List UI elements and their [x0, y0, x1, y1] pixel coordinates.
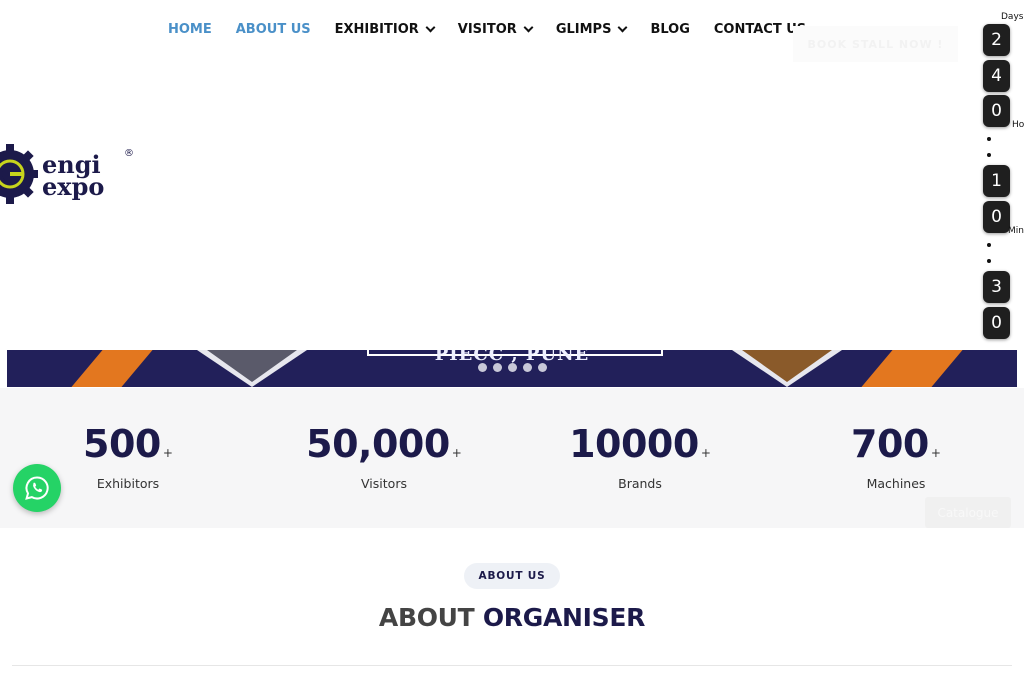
gear-logo-icon: engi expo ®: [0, 144, 134, 204]
stat-value: 50,000: [306, 422, 450, 466]
stat-machines: 700 + Machines: [768, 422, 1024, 491]
about-us-pill: ABOUT US: [464, 563, 560, 589]
stats-section: 500 + Exhibitors 50,000 + Visitors 10000 + …: [0, 388, 1024, 528]
nav-about-label: ABOUT US: [235, 22, 311, 37]
stat-value: 10000: [569, 422, 699, 466]
countdown-digit: 1: [983, 165, 1010, 197]
chevron-down-icon: [425, 22, 436, 33]
about-organiser-heading: ABOUT ORGANISER: [0, 603, 1024, 632]
whatsapp-button[interactable]: [13, 464, 61, 512]
nav-home[interactable]: HOME: [168, 22, 212, 37]
stat-value: 500: [83, 422, 161, 466]
stat-label: Machines: [866, 476, 926, 491]
countdown-digit: 0: [983, 201, 1010, 233]
countdown-separator: [987, 137, 991, 141]
slider-dot[interactable]: [492, 363, 502, 372]
heading-part: ORGANISER: [482, 603, 646, 632]
whatsapp-icon: [25, 476, 49, 500]
section-divider: [12, 665, 1012, 666]
stat-visitors: 50,000 + Visitors: [256, 422, 512, 491]
countdown-separator: [987, 153, 991, 157]
stat-value: 700: [851, 422, 929, 466]
countdown-digit: 0: [983, 307, 1010, 339]
heading-part: ABOUT: [378, 603, 483, 632]
stat-suffix: +: [451, 446, 462, 460]
nav-blog[interactable]: BLOG: [650, 22, 689, 37]
chevron-down-icon: [523, 22, 534, 33]
countdown-hours-label: Ho: [1012, 120, 1024, 130]
slider-dot[interactable]: [537, 363, 547, 372]
stat-label: Visitors: [361, 476, 407, 491]
nav-visitor-label: VISITOR: [457, 22, 517, 37]
engi-expo-logo[interactable]: engi expo ®: [0, 140, 140, 210]
stat-suffix: +: [162, 446, 173, 460]
nav-about-us[interactable]: ABOUT US: [236, 22, 311, 37]
chevron-down-icon: [617, 22, 628, 33]
main-nav: HOME ABOUT US EXHIBITIOR VISITOR GLIMPS …: [168, 22, 830, 37]
nav-visitor[interactable]: VISITOR: [457, 22, 534, 37]
stat-brands: 10000 + Brands: [512, 422, 768, 491]
countdown-digit: 3: [983, 271, 1010, 303]
slider-dot[interactable]: [507, 363, 517, 372]
slider-dot[interactable]: [522, 363, 532, 372]
stat-label: Brands: [618, 476, 662, 491]
stat-suffix: +: [700, 446, 711, 460]
book-stall-button[interactable]: BOOK STALL NOW !: [793, 26, 958, 62]
countdown-days-label: Days: [1001, 12, 1024, 22]
countdown-minutes-label: Min: [1008, 226, 1024, 236]
nav-exhibitior-label: EXHIBITIOR: [334, 22, 419, 37]
logo-text-expo: expo: [42, 172, 104, 201]
nav-glimps-label: GLIMPS: [555, 22, 612, 37]
countdown-digit: 2: [983, 24, 1010, 56]
stat-suffix: +: [930, 446, 941, 460]
nav-exhibitior[interactable]: EXHIBITIOR: [334, 22, 436, 37]
countdown-separator: [987, 259, 991, 263]
registered-mark: ®: [124, 148, 134, 159]
hero-banner: PIECC , PUNE: [7, 350, 1017, 387]
countdown-digit: 0: [983, 95, 1010, 127]
countdown-digit: 4: [983, 60, 1010, 92]
slider-dot[interactable]: [477, 363, 487, 372]
nav-glimps[interactable]: GLIMPS: [555, 22, 628, 37]
catalogue-button[interactable]: Catalogue: [925, 497, 1011, 528]
slider-pagination: [7, 363, 1017, 372]
countdown-separator: [987, 243, 991, 247]
nav-home-label: HOME: [168, 22, 212, 37]
nav-blog-label: BLOG: [650, 22, 690, 37]
